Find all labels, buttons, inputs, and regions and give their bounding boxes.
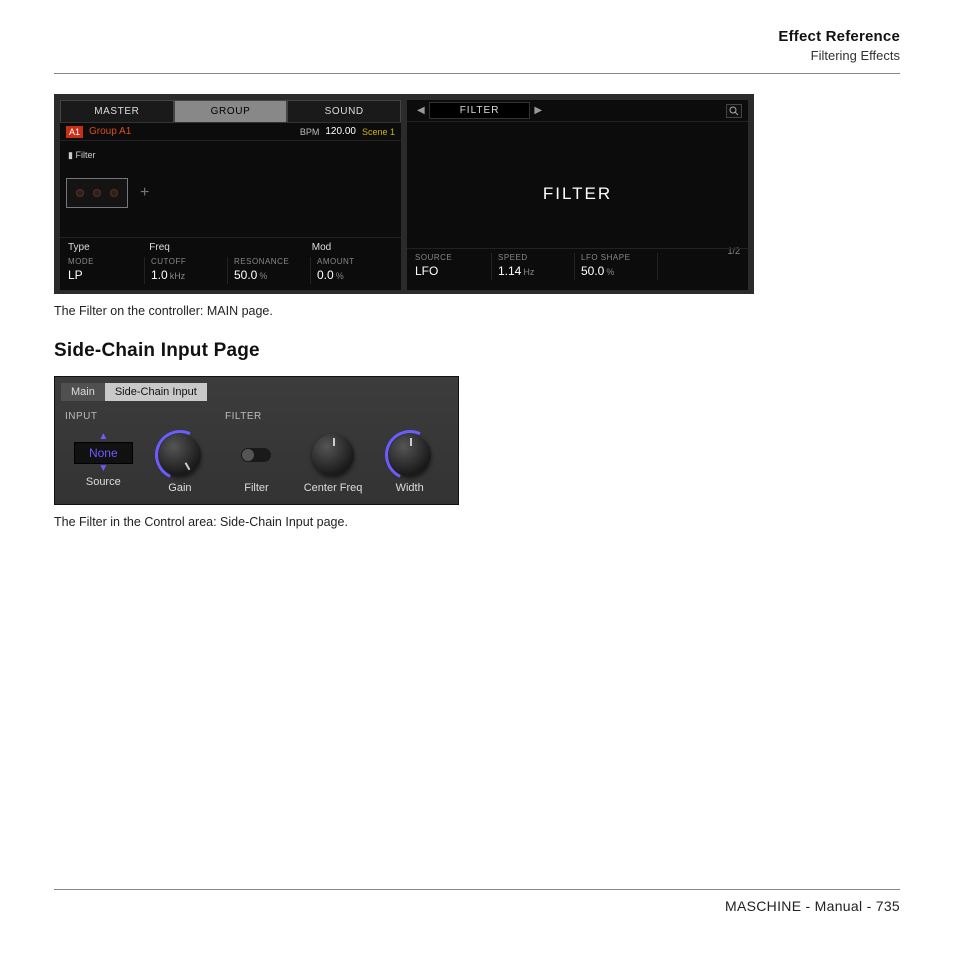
group-name: Group A1: [89, 126, 294, 137]
header-rule: [54, 73, 900, 74]
param-value: LFO: [415, 264, 438, 278]
slot-knob-icon: [76, 189, 84, 197]
page-header-title: Effect Reference: [54, 28, 900, 45]
knob-icon[interactable]: [159, 434, 201, 476]
sc-section-filter: FILTER: [225, 411, 448, 422]
sc-width-control[interactable]: Width: [371, 428, 448, 494]
figure-caption-1: The Filter on the controller: MAIN page.: [54, 304, 900, 318]
param-unit: %: [259, 271, 267, 281]
sc-label: Source: [65, 476, 142, 488]
param-header-freq: Freq: [149, 242, 230, 253]
chevron-down-icon: ▼: [98, 466, 108, 472]
param-label: MODE: [68, 257, 144, 266]
param-header-type: Type: [68, 242, 149, 253]
param-source[interactable]: SOURCE LFO: [415, 253, 491, 280]
footer-text: MASCHINE - Manual - 735: [54, 898, 900, 914]
param-lfo-shape[interactable]: LFO SHAPE 50.0%: [574, 253, 657, 280]
bpm-value: 120.00: [325, 126, 356, 137]
param-unit: kHz: [170, 271, 186, 281]
param-label: SPEED: [498, 253, 574, 262]
knob-icon[interactable]: [389, 434, 431, 476]
footer-rule: [54, 889, 900, 890]
controller-figure: MASTER GROUP SOUND A1 Group A1 BPM 120.0…: [54, 94, 754, 294]
sc-label: Gain: [142, 482, 219, 494]
slot-label: ▮ Filter: [66, 150, 95, 160]
sc-filter-control[interactable]: Filter: [218, 428, 295, 494]
sc-label: Center Freq: [295, 482, 372, 494]
figure-caption-2: The Filter in the Control area: Side-Cha…: [54, 515, 900, 529]
sc-label: Width: [371, 482, 448, 494]
param-label: SOURCE: [415, 253, 491, 262]
param-header-mod: Mod: [312, 242, 393, 253]
slot-knob-icon: [110, 189, 118, 197]
controller-left-panel: MASTER GROUP SOUND A1 Group A1 BPM 120.0…: [60, 100, 401, 290]
param-value: LP: [68, 268, 83, 282]
sc-tab-sidechain[interactable]: Side-Chain Input: [105, 383, 207, 401]
param-unit: Hz: [523, 267, 534, 277]
scene-label: Scene 1: [362, 127, 395, 137]
chevron-up-icon: ▲: [98, 434, 108, 440]
param-label: RESONANCE: [234, 257, 310, 266]
param-value: 50.0: [581, 264, 604, 278]
sc-label: Filter: [218, 482, 295, 494]
prev-plugin-button[interactable]: ◀: [413, 105, 429, 116]
param-speed[interactable]: SPEED 1.14Hz: [491, 253, 574, 280]
param-resonance[interactable]: RESONANCE 50.0%: [227, 257, 310, 284]
search-icon[interactable]: [726, 104, 742, 118]
param-label: AMOUNT: [317, 257, 393, 266]
next-plugin-button[interactable]: ▶: [530, 105, 546, 116]
tab-sound[interactable]: SOUND: [287, 100, 401, 122]
toggle-icon[interactable]: [241, 448, 271, 462]
param-value: 1.0: [151, 268, 168, 282]
slot-knob-icon: [93, 189, 101, 197]
add-slot-button[interactable]: +: [140, 184, 149, 202]
section-heading: Side-Chain Input Page: [54, 340, 900, 362]
bpm-label: BPM: [300, 127, 320, 137]
sc-centerfreq-control[interactable]: Center Freq: [295, 428, 372, 494]
controller-right-panel: ◀ FILTER ▶ FILTER 1/2 SOURCE LFO: [407, 100, 748, 290]
param-label: CUTOFF: [151, 257, 227, 266]
param-value: 1.14: [498, 264, 521, 278]
sc-tab-main[interactable]: Main: [61, 383, 105, 401]
plugin-big-title: FILTER: [407, 184, 748, 204]
sc-source-control[interactable]: ▲ None ▼ Source: [65, 434, 142, 488]
sc-gain-control[interactable]: Gain: [142, 428, 219, 494]
sc-section-input: INPUT: [65, 411, 225, 422]
param-amount[interactable]: AMOUNT 0.0%: [310, 257, 393, 284]
param-cutoff[interactable]: CUTOFF 1.0kHz: [144, 257, 227, 284]
slot-label-text: Filter: [75, 150, 95, 160]
param-unit: %: [336, 271, 344, 281]
param-value: 50.0: [234, 268, 257, 282]
group-badge: A1: [66, 126, 83, 138]
sc-source-value[interactable]: None: [74, 442, 133, 464]
plugin-title: FILTER: [429, 102, 531, 119]
param-label: LFO SHAPE: [581, 253, 657, 262]
tab-group[interactable]: GROUP: [174, 100, 288, 122]
param-unit: %: [606, 267, 614, 277]
effect-slot[interactable]: [66, 178, 128, 208]
param-mode[interactable]: MODE LP: [68, 257, 144, 284]
page-header-subtitle: Filtering Effects: [54, 48, 900, 63]
param-value: 0.0: [317, 268, 334, 282]
knob-icon[interactable]: [312, 434, 354, 476]
param-empty: . .: [657, 253, 740, 280]
sidechain-figure: Main Side-Chain Input INPUT FILTER ▲ Non…: [54, 376, 459, 505]
tab-master[interactable]: MASTER: [60, 100, 174, 122]
